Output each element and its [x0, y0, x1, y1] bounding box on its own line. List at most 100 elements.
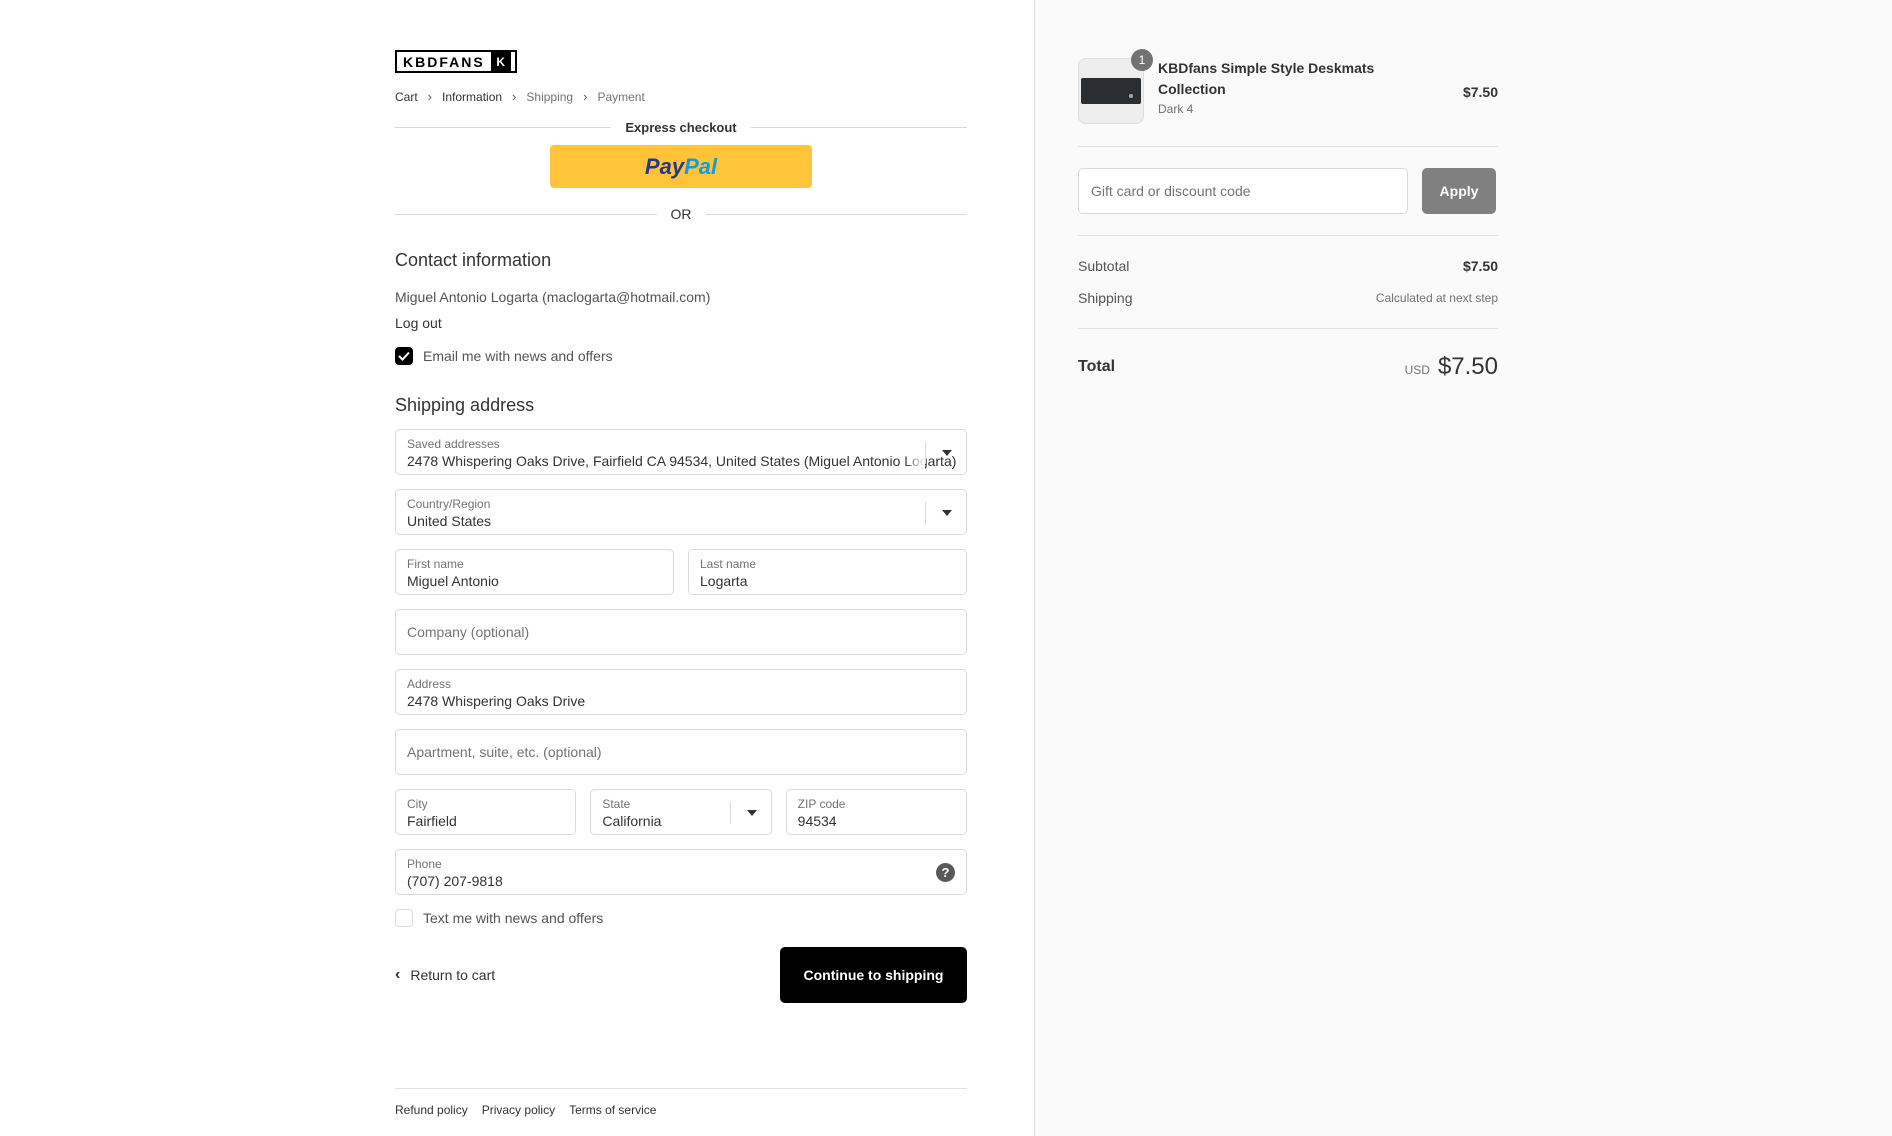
paypal-button[interactable]: PayPal	[550, 145, 812, 188]
sms-opt-in-checkbox[interactable]	[395, 909, 413, 927]
apartment-field[interactable]: Apartment, suite, etc. (optional)	[395, 729, 967, 775]
quantity-badge: 1	[1131, 49, 1153, 71]
divider	[1078, 235, 1498, 236]
or-label: OR	[670, 206, 692, 222]
first-name-value: Miguel Antonio	[407, 573, 499, 589]
product-variant: Dark 4	[1158, 102, 1194, 116]
product-price: $7.50	[1462, 84, 1498, 100]
return-to-cart-link[interactable]: ‹ Return to cart	[395, 966, 495, 984]
divider	[1078, 146, 1498, 147]
breadcrumb-payment: Payment	[597, 89, 645, 104]
country-select[interactable]: Country/Region United States	[395, 489, 967, 535]
total-row: Total USD $7.50	[1078, 353, 1498, 381]
logout-link[interactable]: Log out	[395, 315, 442, 331]
subtotal-value: $7.50	[1462, 258, 1498, 274]
phone-field[interactable]: Phone (707) 207-9818 ?	[395, 849, 967, 895]
last-name-label: Last name	[700, 557, 757, 571]
chevron-left-icon: ‹	[395, 966, 401, 983]
state-value: California	[602, 813, 662, 829]
help-icon[interactable]: ?	[936, 863, 955, 882]
breadcrumb: Cart › Information › Shipping › Payment	[395, 89, 967, 104]
company-field[interactable]: Company (optional)	[395, 609, 967, 655]
address-value: 2478 Whispering Oaks Drive	[407, 693, 586, 709]
email-opt-in[interactable]: Email me with news and offers	[395, 347, 967, 365]
phone-label: Phone	[407, 857, 442, 871]
city-label: City	[407, 797, 428, 811]
deskmat-image	[1081, 78, 1141, 104]
footer-links: Refund policy Privacy policy Terms of se…	[395, 1088, 967, 1117]
chevron-down-icon	[942, 450, 952, 456]
saved-addresses-select[interactable]: Saved addresses 2478 Whispering Oaks Dri…	[395, 429, 967, 475]
country-value: United States	[407, 513, 492, 529]
paypal-logo-pay: Pay	[644, 153, 685, 179]
cart-line-item: 1 KBDfans Simple Style Deskmats Collecti…	[1078, 49, 1498, 124]
shipping-address-heading: Shipping address	[395, 395, 535, 415]
first-name-field[interactable]: First name Miguel Antonio	[395, 549, 674, 595]
continue-to-shipping-button[interactable]: Continue to shipping	[780, 947, 967, 1003]
discount-form: Apply	[1078, 168, 1498, 214]
checkmark-icon	[398, 351, 410, 361]
total-value: $7.50	[1437, 353, 1498, 380]
zip-field[interactable]: ZIP code 94534	[785, 789, 967, 835]
last-name-value: Logarta	[700, 573, 748, 589]
chevron-right-icon: ›	[427, 89, 433, 104]
sms-opt-in-label: Text me with news and offers	[423, 910, 604, 926]
express-checkout-header: Express checkout	[395, 120, 967, 135]
logo-mark-icon: K	[490, 52, 511, 71]
divider	[1078, 328, 1498, 329]
zip-value: 94534	[797, 813, 837, 829]
chevron-right-icon: ›	[512, 89, 517, 104]
subtotal-row: Subtotal $7.50	[1078, 250, 1498, 282]
breadcrumb-information: Information	[442, 89, 503, 104]
divider	[395, 213, 657, 215]
apply-discount-button[interactable]: Apply	[1422, 168, 1496, 214]
checkout-main: KBDFANS K Cart › Information › Shipping …	[395, 50, 967, 1003]
city-value: Fairfield	[407, 813, 457, 829]
divider	[705, 213, 967, 215]
chevron-right-icon: ›	[583, 89, 588, 104]
terms-of-service-link[interactable]: Terms of service	[569, 1103, 656, 1117]
return-to-cart-label: Return to cart	[410, 967, 496, 983]
zip-label: ZIP code	[797, 797, 846, 811]
saved-addresses-label: Saved addresses	[407, 437, 500, 451]
store-logo[interactable]: KBDFANS K	[395, 50, 517, 73]
shipping-label: Shipping	[1078, 290, 1133, 306]
subtotal-label: Subtotal	[1078, 258, 1130, 274]
first-name-label: First name	[407, 557, 464, 571]
privacy-policy-link[interactable]: Privacy policy	[482, 1103, 555, 1117]
email-opt-in-checkbox[interactable]	[395, 347, 413, 365]
saved-addresses-value: 2478 Whispering Oaks Drive, Fairfield CA…	[407, 453, 957, 469]
country-label: Country/Region	[407, 497, 491, 511]
refund-policy-link[interactable]: Refund policy	[395, 1103, 468, 1117]
address-label: Address	[407, 677, 452, 691]
last-name-field[interactable]: Last name Logarta	[688, 549, 967, 595]
logo-text: KBDFANS	[403, 53, 485, 70]
company-placeholder: Company (optional)	[407, 624, 530, 640]
order-summary: 1 KBDfans Simple Style Deskmats Collecti…	[1078, 49, 1498, 381]
state-select[interactable]: State California	[590, 789, 772, 835]
sms-opt-in[interactable]: Text me with news and offers	[395, 909, 967, 927]
currency-code: USD	[1404, 363, 1430, 377]
divider	[750, 127, 967, 128]
total-label: Total	[1078, 358, 1116, 375]
product-name: KBDfans Simple Style Deskmats Collection	[1158, 60, 1375, 97]
discount-code-input[interactable]	[1078, 168, 1408, 214]
product-thumbnail: 1	[1078, 49, 1153, 124]
city-field[interactable]: City Fairfield	[395, 789, 577, 835]
breadcrumb-shipping: Shipping	[526, 89, 574, 104]
breadcrumb-cart[interactable]: Cart	[395, 90, 418, 104]
address-field[interactable]: Address 2478 Whispering Oaks Drive	[395, 669, 967, 715]
email-opt-in-label: Email me with news and offers	[423, 348, 613, 364]
contact-heading: Contact information	[395, 250, 552, 270]
phone-value: (707) 207-9818	[407, 873, 503, 889]
chevron-down-icon	[746, 810, 757, 816]
chevron-down-icon	[942, 510, 952, 516]
shipping-value: Calculated at next step	[1375, 291, 1498, 305]
paypal-logo-pal: Pal	[684, 153, 718, 179]
or-separator: OR	[395, 206, 967, 222]
express-checkout-title: Express checkout	[625, 120, 737, 135]
account-line: Miguel Antonio Logarta (maclogarta@hotma…	[395, 289, 711, 305]
state-label: State	[602, 797, 631, 811]
divider	[395, 127, 612, 128]
apartment-placeholder: Apartment, suite, etc. (optional)	[407, 744, 602, 760]
